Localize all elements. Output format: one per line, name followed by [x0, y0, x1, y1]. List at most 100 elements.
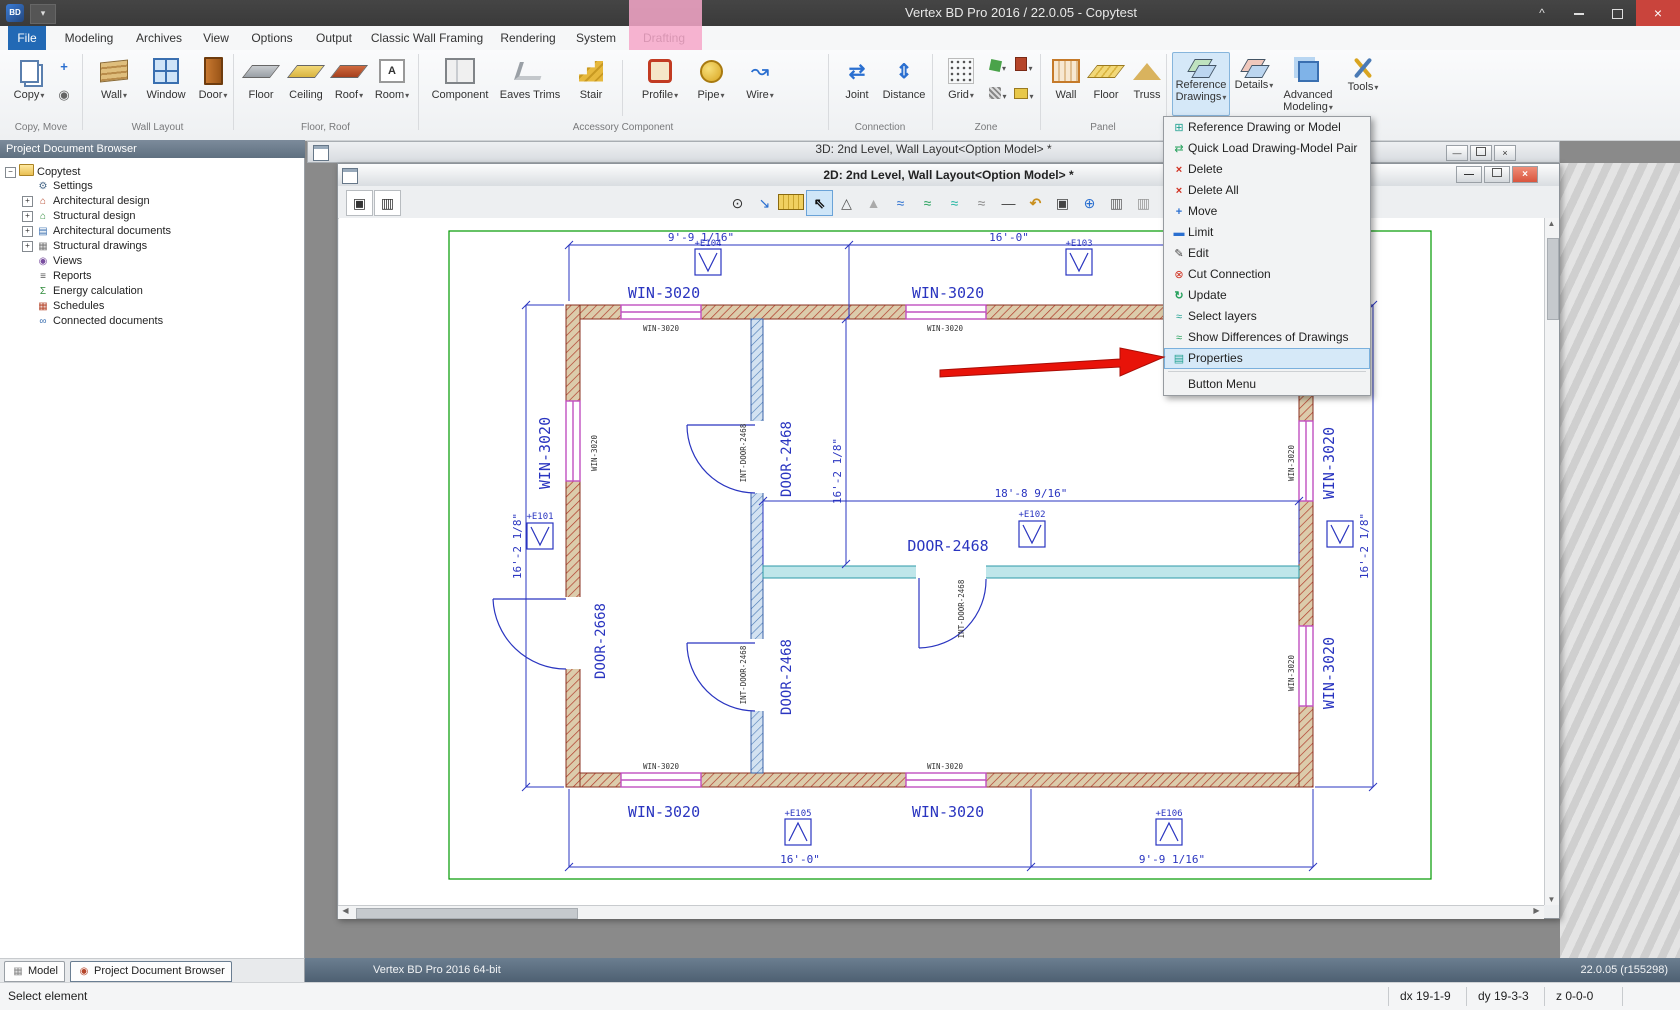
- sheet2-tool[interactable]: ▥: [1130, 190, 1157, 216]
- advanced-modeling-button[interactable]: Advanced Modeling▾: [1278, 52, 1338, 116]
- truss-button[interactable]: Truss: [1126, 52, 1168, 122]
- collapse-box-icon[interactable]: −: [5, 167, 16, 178]
- menu-item-cut-connection[interactable]: ⊗Cut Connection: [1164, 264, 1370, 285]
- background-window-titlebar[interactable]: 3D: 2nd Level, Wall Layout<Option Model>…: [307, 141, 1560, 163]
- drawing-restore-button[interactable]: [1484, 166, 1510, 183]
- menu-item-select-layers[interactable]: ≈Select layers: [1164, 306, 1370, 327]
- menu-item-quick-load-drawing-model-pair[interactable]: ⇄Quick Load Drawing-Model Pair: [1164, 138, 1370, 159]
- door-button[interactable]: Door▾: [194, 52, 232, 122]
- horizontal-scrollbar[interactable]: ◀▶: [338, 905, 1544, 919]
- layout-grid-button[interactable]: ▥: [374, 190, 401, 216]
- camera-button[interactable]: ◉: [52, 84, 76, 106]
- maximize-button[interactable]: [1598, 0, 1636, 26]
- tree-item-views[interactable]: ◉Views: [36, 254, 82, 269]
- layers-teal-tool[interactable]: ≈: [941, 190, 968, 216]
- wire-button[interactable]: ↝ Wire▾: [738, 52, 782, 122]
- menu-classic-wall-framing[interactable]: Classic Wall Framing: [368, 26, 486, 50]
- tree-item-reports[interactable]: ≡Reports: [36, 269, 92, 284]
- roof-button[interactable]: Roof▾: [330, 52, 368, 122]
- zone-book-button[interactable]: ▾: [1012, 56, 1036, 78]
- tree-item-connected-documents[interactable]: ∞Connected documents: [36, 314, 163, 329]
- panel-wall-button[interactable]: Wall: [1046, 52, 1086, 122]
- window-button[interactable]: Window: [140, 52, 192, 122]
- menu-item-delete-all[interactable]: ×Delete All: [1164, 180, 1370, 201]
- menu-rendering[interactable]: Rendering: [494, 26, 562, 50]
- tab-project-document-browser[interactable]: ◉Project Document Browser: [70, 961, 232, 982]
- layers-blue-tool[interactable]: ≈: [887, 190, 914, 216]
- component-button[interactable]: Component: [428, 52, 492, 122]
- drawing-close-button[interactable]: ×: [1512, 166, 1538, 183]
- menu-item-edit[interactable]: ✎Edit: [1164, 243, 1370, 264]
- menu-item-update[interactable]: ↻Update: [1164, 285, 1370, 306]
- pipe-button[interactable]: Pipe▾: [690, 52, 732, 122]
- menu-output[interactable]: Output: [308, 26, 360, 50]
- expand-box-icon[interactable]: +: [22, 241, 33, 252]
- scroll-thumb[interactable]: [356, 908, 578, 919]
- menu-item-delete[interactable]: ×Delete: [1164, 159, 1370, 180]
- polygon-tool[interactable]: △: [833, 190, 860, 216]
- tab-model[interactable]: ▦Model: [4, 961, 65, 982]
- ribbon-collapse-button[interactable]: ^: [1527, 0, 1557, 26]
- frame-zoom-tool[interactable]: ▣: [1049, 190, 1076, 216]
- tree-item-settings[interactable]: ⚙Settings: [36, 179, 93, 194]
- expand-box-icon[interactable]: +: [22, 211, 33, 222]
- pin-tool[interactable]: ⊙: [724, 190, 751, 216]
- wall-button[interactable]: Wall▾: [90, 52, 138, 122]
- menu-archives[interactable]: Archives: [130, 26, 188, 50]
- menu-item-move[interactable]: +Move: [1164, 201, 1370, 222]
- tree-root[interactable]: −Copytest: [5, 164, 80, 179]
- copy-button[interactable]: Copy▾: [6, 52, 52, 122]
- eaves-trims-button[interactable]: Eaves Trims: [496, 52, 564, 122]
- layers-green-tool[interactable]: ≈: [914, 190, 941, 216]
- room-button[interactable]: A Room▾: [370, 52, 414, 122]
- tree-item-schedules[interactable]: ▦Schedules: [36, 299, 104, 314]
- filled-polygon-tool[interactable]: ▲: [860, 190, 887, 216]
- menu-item-show-differences-of-drawings[interactable]: ≈Show Differences of Drawings: [1164, 327, 1370, 348]
- menu-item-button-menu[interactable]: Button Menu: [1164, 374, 1370, 395]
- zone-hatch-button[interactable]: ▾: [986, 84, 1010, 106]
- undo-tool[interactable]: ↶: [1022, 190, 1049, 216]
- bg-restore-button[interactable]: [1470, 145, 1492, 161]
- menu-item-limit[interactable]: ▬Limit: [1164, 222, 1370, 243]
- menu-file[interactable]: File: [8, 26, 46, 50]
- tree-item-structural-design[interactable]: +⌂Structural design: [22, 209, 136, 224]
- zone-polygon-button[interactable]: ▾: [986, 56, 1010, 78]
- menu-options[interactable]: Options: [244, 26, 300, 50]
- move-button[interactable]: +: [52, 56, 76, 78]
- panel-floor-button[interactable]: Floor: [1086, 52, 1126, 122]
- zoom-tool[interactable]: ⊕: [1076, 190, 1103, 216]
- profile-button[interactable]: Profile▾: [636, 52, 684, 122]
- expand-box-icon[interactable]: +: [22, 196, 33, 207]
- ruler-tool[interactable]: [778, 194, 804, 210]
- drawing-minimize-button[interactable]: —: [1456, 166, 1482, 183]
- distance-button[interactable]: ⇕ Distance: [878, 52, 930, 122]
- bg-minimize-button[interactable]: —: [1446, 145, 1468, 161]
- select-cursor-tool[interactable]: ⇖: [806, 190, 833, 216]
- tree-item-structural-drawings[interactable]: +▦Structural drawings: [22, 239, 147, 254]
- reference-drawings-button[interactable]: Reference Drawings▾: [1172, 52, 1230, 116]
- quick-access-dropdown[interactable]: ▾: [30, 4, 56, 24]
- tree-item-energy-calculation[interactable]: ΣEnergy calculation: [36, 284, 143, 299]
- line-tool[interactable]: —: [995, 190, 1022, 216]
- ceiling-button[interactable]: Ceiling: [282, 52, 330, 122]
- details-button[interactable]: Details▾: [1232, 52, 1276, 116]
- sheet-tool[interactable]: ▥: [1103, 190, 1130, 216]
- tree-item-architectural-documents[interactable]: +▤Architectural documents: [22, 224, 171, 239]
- menu-item-properties[interactable]: ▤Properties: [1164, 348, 1370, 369]
- menu-view[interactable]: View: [196, 26, 236, 50]
- close-button[interactable]: ×: [1636, 0, 1680, 26]
- floor-button[interactable]: Floor: [240, 52, 282, 122]
- scroll-thumb[interactable]: [1547, 238, 1559, 320]
- stair-button[interactable]: Stair: [568, 52, 614, 122]
- layers-gray-tool[interactable]: ≈: [968, 190, 995, 216]
- vertical-scrollbar[interactable]: ▲▼: [1544, 218, 1559, 905]
- measure-tool[interactable]: ↘: [751, 190, 778, 216]
- drawing-window-titlebar[interactable]: 2D: 2nd Level, Wall Layout<Option Model>…: [338, 164, 1559, 187]
- bg-close-button[interactable]: ×: [1494, 145, 1516, 161]
- expand-box-icon[interactable]: +: [22, 226, 33, 237]
- zone-area-button[interactable]: ▾: [1012, 84, 1036, 106]
- joint-button[interactable]: ⇄ Joint: [836, 52, 878, 122]
- menu-item-reference-drawing-or-model[interactable]: ⊞Reference Drawing or Model: [1164, 117, 1370, 138]
- tree-item-architectural-design[interactable]: +⌂Architectural design: [22, 194, 150, 209]
- menu-modeling[interactable]: Modeling: [56, 26, 122, 50]
